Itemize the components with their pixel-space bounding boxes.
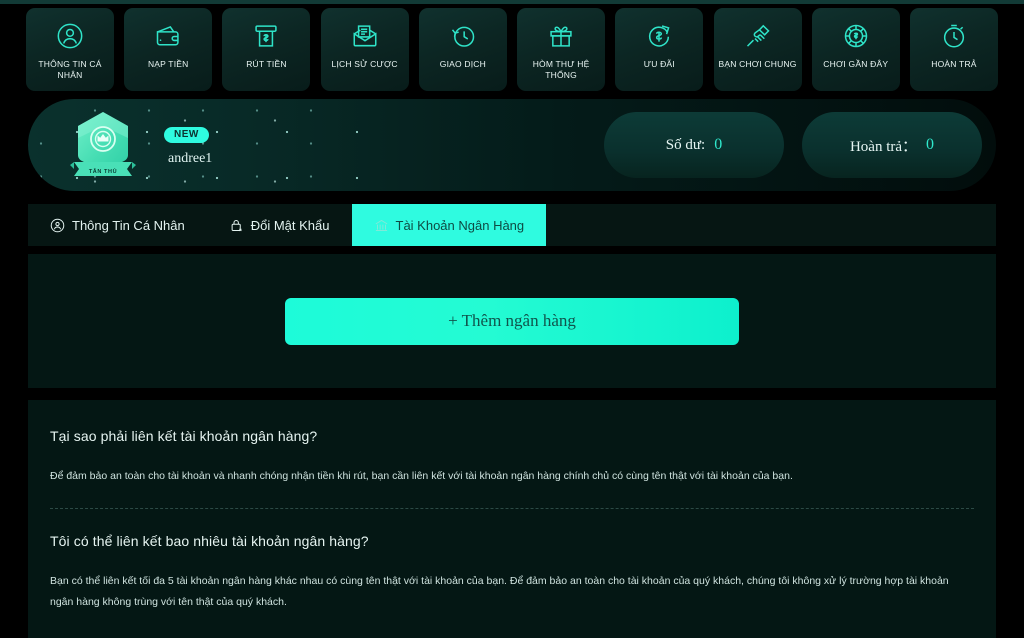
nav-item-ban-choi-chung[interactable]: BẠN CHƠI CHUNG: [713, 8, 802, 91]
nav-item-label: BẠN CHƠI CHUNG: [718, 59, 797, 69]
refund-dollar-icon: [644, 21, 674, 51]
user-circle-icon: [50, 218, 65, 232]
nav-item-hoan-tra[interactable]: HOÀN TRẢ: [909, 8, 998, 91]
nav-item-thong-tin-ca-nhan[interactable]: THÔNG TIN CÁ NHÂN: [26, 8, 114, 91]
tab-label: Tài Khoản Ngân Hàng: [395, 217, 525, 233]
nav-item-choi-gan-day[interactable]: CHƠI GẦN ĐÂY: [811, 8, 900, 91]
profile-identity: NEW andree1: [164, 124, 212, 167]
add-bank-button[interactable]: + Thêm ngân hàng: [285, 297, 739, 345]
rebate-card[interactable]: Hoàn trả： 0: [802, 112, 982, 178]
mail-document-icon: [350, 21, 380, 51]
top-accent-strip: [0, 0, 1024, 4]
nav-item-lich-su-cuoc[interactable]: LỊCH SỬ CƯỢC: [320, 8, 409, 91]
username-label: andree1: [168, 150, 213, 166]
bank-account-panel: + Thêm ngân hàng: [28, 254, 996, 388]
nav-item-giao-dich[interactable]: GIAO DỊCH: [418, 8, 507, 91]
nav-item-label: RÚT TIỀN: [246, 59, 287, 69]
bank-icon: [375, 219, 387, 231]
balance-cards: Số dư: 0 Hoàn trả： 0: [604, 112, 996, 178]
crown-shield-badge-icon: TÂN THỦ: [66, 106, 140, 184]
rebate-value: 0: [926, 136, 935, 153]
atm-cash-icon: [251, 21, 281, 51]
faq-item: Tại sao phải liên kết tài khoản ngân hàn…: [50, 428, 974, 486]
nav-item-label: ƯU ĐÃI: [643, 59, 675, 69]
gift-icon: [546, 21, 576, 51]
balance-label: Số dư:: [665, 136, 706, 153]
rebate-label: Hoàn trả：: [849, 138, 918, 155]
nav-item-uu-dai[interactable]: ƯU ĐÃI: [615, 8, 704, 91]
lock-key-icon: [231, 219, 242, 231]
nav-item-label: LỊCH SỬ CƯỢC: [331, 59, 398, 69]
nav-item-label: THÔNG TIN CÁ NHÂN: [38, 59, 102, 80]
new-badge: NEW: [164, 126, 209, 143]
tab-tai-khoan-ngan-hang[interactable]: Tài Khoản Ngân Hàng: [351, 204, 547, 246]
tab-thong-tin-ca-nhan[interactable]: Thông Tin Cá Nhân: [28, 204, 207, 246]
nav-item-nap-tien[interactable]: NẠP TIỀN: [124, 8, 213, 91]
nav-item-rut-tien[interactable]: RÚT TIỀN: [222, 8, 311, 91]
nav-item-label: NẠP TIỀN: [147, 59, 189, 69]
main-nav: THÔNG TIN CÁ NHÂN NẠP TIỀN RÚT TIỀN LỊCH…: [0, 8, 1024, 91]
faq-answer: Để đảm bảo an toàn cho tài khoản và nhan…: [50, 470, 793, 482]
stopwatch-icon: [939, 21, 969, 51]
nav-item-label: HÒM THƯ HỆ THỐNG: [532, 59, 590, 80]
clock-history-icon: [448, 21, 478, 51]
nav-item-label: HOÀN TRẢ: [931, 59, 977, 69]
tab-doi-mat-khau[interactable]: Đổi Mật Khẩu: [207, 204, 352, 246]
user-circle-icon: [55, 21, 85, 51]
wallet-icon: [153, 21, 183, 51]
profile-banner: TÂN THỦ NEW andree1 Số dư: 0 Hoàn trả： 0: [28, 99, 996, 191]
balance-card[interactable]: Số dư: 0: [604, 112, 784, 178]
faq-divider: [50, 508, 974, 510]
account-tabbar: Thông Tin Cá Nhân Đổi Mật Khẩu Tài Khoản…: [28, 204, 996, 246]
casino-chip-icon: [841, 21, 871, 51]
faq-question: Tại sao phải liên kết tài khoản ngân hàn…: [50, 428, 318, 444]
faq-question: Tôi có thể liên kết bao nhiêu tài khoản …: [50, 533, 369, 550]
nav-item-label: CHƠI GẦN ĐÂY: [823, 59, 889, 69]
nav-item-label: GIAO DỊCH: [439, 59, 486, 69]
faq-section: Tại sao phải liên kết tài khoản ngân hàn…: [28, 400, 996, 638]
badge-ribbon-label: TÂN THỦ: [88, 169, 118, 175]
faq-item: Tôi có thể liên kết bao nhiêu tài khoản …: [50, 533, 974, 612]
faq-answer: Bạn có thể liên kết tối đa 5 tài khoản n…: [50, 575, 949, 608]
nav-item-hom-thu-he-thong[interactable]: HÒM THƯ HỆ THỐNG: [517, 8, 606, 91]
tab-label: Đổi Mật Khẩu: [250, 217, 330, 233]
balance-value: 0: [714, 136, 723, 153]
handshake-icon: [743, 21, 773, 51]
tab-label: Thông Tin Cá Nhân: [72, 217, 185, 233]
